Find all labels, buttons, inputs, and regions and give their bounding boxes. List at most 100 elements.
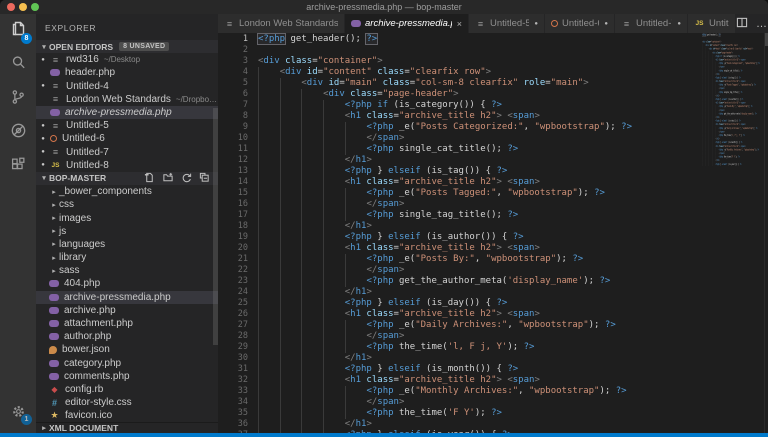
- code-line[interactable]: <div id="main" class="col-sm-8 clearfix"…: [258, 78, 632, 89]
- activity-source-control-button[interactable]: [0, 82, 36, 116]
- tab-archive-pressmedia.php[interactable]: archive-pressmedia.php×: [345, 14, 469, 33]
- open-editor-item[interactable]: ≡London Web Standards~/Dropbox/Back...: [36, 93, 218, 106]
- tree-folder-_bower_components[interactable]: ▸_bower_components: [36, 185, 218, 198]
- code-line[interactable]: </span>: [258, 331, 632, 342]
- tab-Untitled-7[interactable]: ≡Untitled-7●: [615, 14, 688, 33]
- open-editor-item[interactable]: ●≡rwd316~/Desktop: [36, 53, 218, 66]
- code-line[interactable]: <div class="page-header">: [258, 89, 632, 100]
- code-token: class: [361, 177, 394, 187]
- tree-folder-js[interactable]: ▸js: [36, 225, 218, 238]
- tree-file-category.php[interactable]: category.php: [36, 357, 218, 370]
- minimap[interactable]: <?php get_header(); ?><div class="contai…: [702, 33, 764, 433]
- folder-section-header[interactable]: ▾ BOP-MASTER: [36, 172, 218, 185]
- open-editor-item[interactable]: ●≡Untitled-5: [36, 119, 218, 132]
- code-token: span: [513, 177, 535, 187]
- minimize-window-icon[interactable]: [19, 3, 27, 11]
- split-editor-icon[interactable]: [736, 15, 748, 33]
- indent-guide: [280, 364, 302, 375]
- code-token: >: [377, 56, 382, 66]
- open-editor-item[interactable]: ●JSUntitled-8: [36, 159, 218, 172]
- tree-file-bower.json[interactable]: bower.json: [36, 343, 218, 356]
- close-tab-icon[interactable]: ×: [452, 19, 462, 29]
- code-line[interactable]: <?php get_the_author_meta('display_name'…: [258, 276, 632, 287]
- tree-folder-languages[interactable]: ▸languages: [36, 238, 218, 251]
- code-line[interactable]: </h1>: [258, 353, 632, 364]
- open-editor-item[interactable]: ●≡Untitled-4: [36, 80, 218, 93]
- title-bar[interactable]: archive-pressmedia.php — bop-master: [0, 0, 768, 14]
- tab-London Web Standards[interactable]: ≡London Web Standards: [218, 14, 345, 33]
- open-editors-header[interactable]: ▾ OPEN EDITORS 8 UNSAVED: [36, 40, 218, 53]
- code-line[interactable]: <?php _e("Posts Categorized:", "wpbootst…: [258, 122, 632, 133]
- activity-settings-button[interactable]: 1: [0, 399, 36, 429]
- code-token: "archive_title h2": [399, 111, 497, 121]
- open-editor-item[interactable]: archive-pressmedia.php: [36, 106, 218, 119]
- code-line[interactable]: </h1>: [258, 419, 632, 430]
- code-line[interactable]: [258, 45, 632, 56]
- tree-file-editor-style.css[interactable]: #editor-style.css: [36, 396, 218, 409]
- tree-file-404.php[interactable]: 404.php: [36, 277, 218, 290]
- line-number: 9: [218, 122, 248, 133]
- code-line[interactable]: </h1>: [258, 155, 632, 166]
- activity-explorer-button[interactable]: 8: [0, 14, 36, 48]
- refresh-icon[interactable]: [181, 172, 192, 185]
- zoom-window-icon[interactable]: [31, 3, 39, 11]
- open-editor-item[interactable]: ●Untitled-6: [36, 132, 218, 145]
- tab-Untitled-6[interactable]: Untitled-6●: [545, 14, 615, 33]
- activity-search-button[interactable]: [0, 48, 36, 82]
- code-line[interactable]: <?php } elseif (is_day()) { ?>: [258, 298, 632, 309]
- code-line[interactable]: </h1>: [258, 287, 632, 298]
- tab-Untitled-5[interactable]: ≡Untitled-5●: [469, 14, 545, 33]
- tree-folder-images[interactable]: ▸images: [36, 211, 218, 224]
- tree-file-comments.php[interactable]: comments.php: [36, 370, 218, 383]
- activity-extensions-button[interactable]: [0, 150, 36, 184]
- code-line[interactable]: <?php _e("Posts Tagged:", "wpbootstrap")…: [258, 188, 632, 199]
- indent-guide: [345, 320, 367, 331]
- code-line[interactable]: <?php } elseif (is_author()) { ?>: [258, 232, 632, 243]
- code-line[interactable]: </h1>: [258, 221, 632, 232]
- code-line[interactable]: <?php get_header(); ?>: [258, 34, 632, 45]
- open-editor-item[interactable]: ●≡Untitled-7: [36, 146, 218, 159]
- code-line[interactable]: <h1 class="archive_title h2"> <span>: [258, 111, 632, 122]
- code-line[interactable]: <div id="content" class="clearfix row">: [258, 67, 632, 78]
- code-line[interactable]: <h1 class="archive_title h2"> <span>: [258, 177, 632, 188]
- code-line[interactable]: <h1 class="archive_title h2"> <span>: [258, 243, 632, 254]
- tree-file-attachment.php[interactable]: attachment.php: [36, 317, 218, 330]
- close-window-icon[interactable]: [7, 3, 15, 11]
- code-line[interactable]: <?php _e("Daily Archives:", "wpbootstrap…: [258, 320, 632, 331]
- tree-file-author.php[interactable]: author.php: [36, 330, 218, 343]
- activity-debug-button[interactable]: [0, 116, 36, 150]
- code-line[interactable]: <?php _e("Monthly Archives:", "wpbootstr…: [258, 386, 632, 397]
- code-line[interactable]: <?php the_time('F Y'); ?>: [258, 408, 632, 419]
- new-file-icon[interactable]: [144, 172, 155, 185]
- code-line[interactable]: </span>: [258, 265, 632, 276]
- code-line[interactable]: <?php single_cat_title(); ?>: [258, 144, 632, 155]
- code-editor[interactable]: <?php get_header(); ?> <div class="contai…: [258, 34, 632, 433]
- code-token: ?>: [491, 408, 502, 418]
- more-actions-icon[interactable]: …: [756, 18, 768, 30]
- xml-document-header[interactable]: ▸ XML DOCUMENT: [36, 422, 218, 433]
- code-line[interactable]: <h1 class="archive_title h2"> <span>: [258, 375, 632, 386]
- tree-file-favicon.ico[interactable]: ★favicon.ico: [36, 409, 218, 422]
- tab-Untitled-8[interactable]: JSUntitled-8: [688, 14, 736, 33]
- code-line[interactable]: </span>: [258, 199, 632, 210]
- code-line[interactable]: <?php single_tag_title(); ?>: [258, 210, 632, 221]
- tree-folder-css[interactable]: ▸css: [36, 198, 218, 211]
- editor-scrollbar-track[interactable]: [764, 33, 768, 433]
- code-line[interactable]: <?php } elseif (is_month()) { ?>: [258, 364, 632, 375]
- code-line[interactable]: <?php _e("Posts By:", "wpbootstrap"); ?>: [258, 254, 632, 265]
- code-line[interactable]: <div class="container">: [258, 56, 632, 67]
- tree-file-archive.php[interactable]: archive.php: [36, 304, 218, 317]
- code-line[interactable]: <?php } elseif (is_tag()) { ?>: [258, 166, 632, 177]
- tree-file-archive-pressmedia.php[interactable]: archive-pressmedia.php: [36, 291, 218, 304]
- code-line[interactable]: <?php the_time('l, F j, Y'); ?>: [258, 342, 632, 353]
- new-folder-icon[interactable]: [162, 172, 174, 185]
- code-line[interactable]: </span>: [258, 133, 632, 144]
- collapse-all-icon[interactable]: [199, 172, 210, 185]
- code-line[interactable]: <h1 class="archive_title h2"> <span>: [258, 309, 632, 320]
- tree-folder-sass[interactable]: ▸sass: [36, 264, 218, 277]
- open-editor-item[interactable]: header.php: [36, 66, 218, 79]
- tree-file-config.rb[interactable]: ◆config.rb: [36, 383, 218, 396]
- code-line[interactable]: </span>: [258, 397, 632, 408]
- code-line[interactable]: <?php if (is_category()) { ?>: [258, 100, 632, 111]
- tree-folder-library[interactable]: ▸library: [36, 251, 218, 264]
